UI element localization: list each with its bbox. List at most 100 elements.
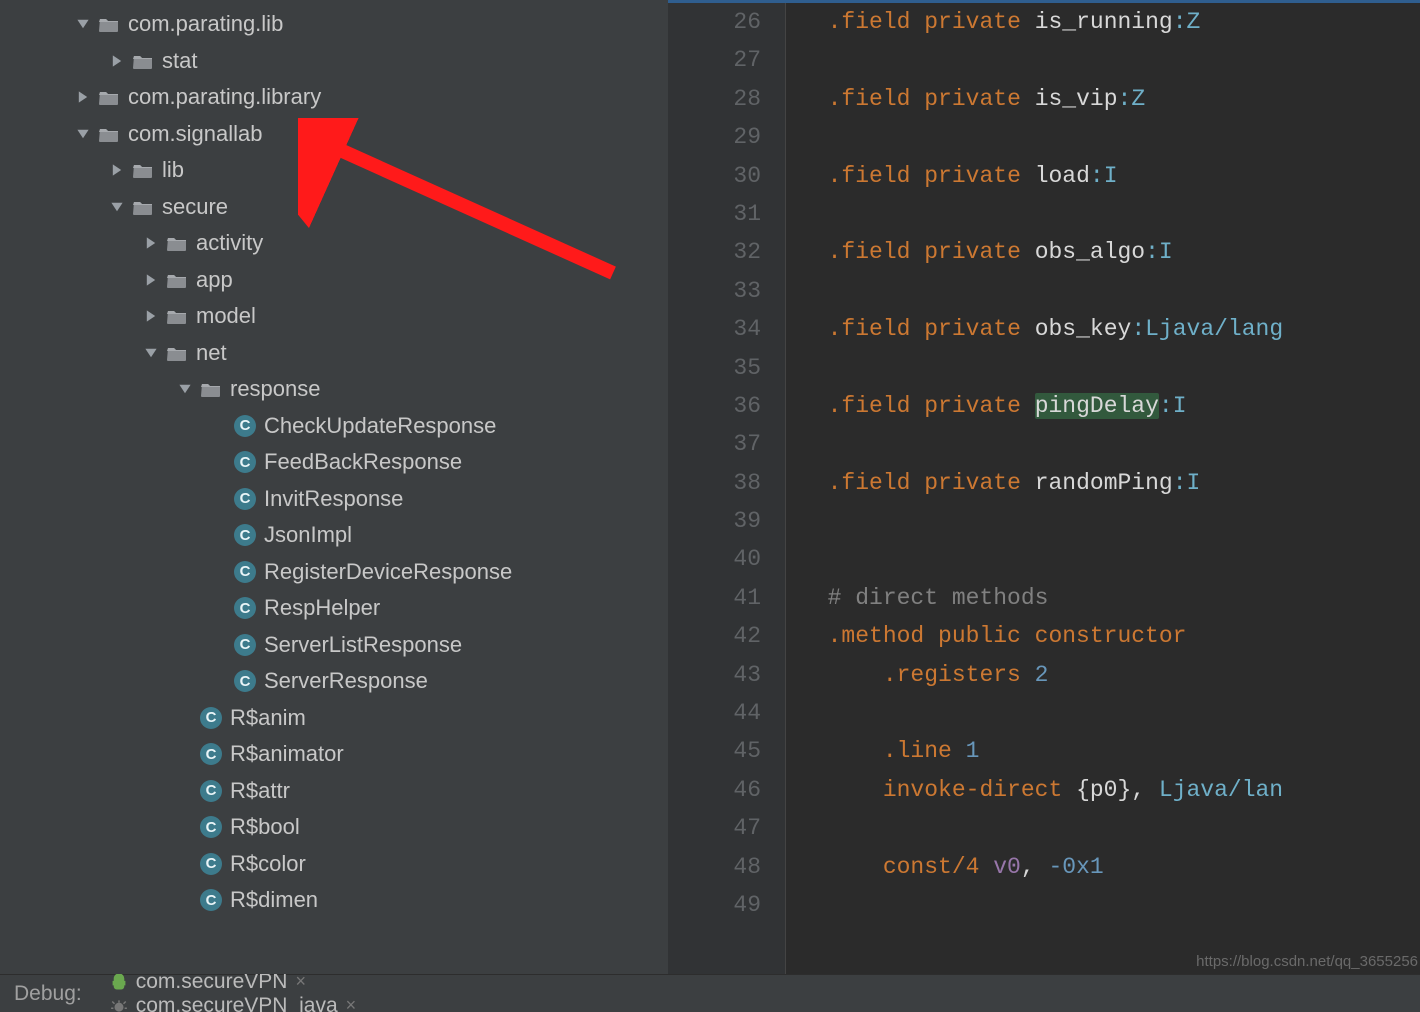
close-icon[interactable]: × — [295, 971, 306, 992]
code-line[interactable] — [800, 886, 1420, 924]
folder-icon — [166, 342, 188, 364]
tree-item[interactable]: response — [0, 371, 668, 408]
chevron-down-icon[interactable] — [142, 346, 160, 360]
chevron-right-icon[interactable] — [142, 236, 160, 250]
line-number: 42 — [668, 617, 761, 655]
folder-icon — [166, 232, 188, 254]
code-line[interactable] — [800, 425, 1420, 463]
tree-item-label: JsonImpl — [264, 522, 352, 548]
chevron-right-icon[interactable] — [142, 273, 160, 287]
code-line[interactable]: const/4 v0, -0x1 — [800, 848, 1420, 886]
code-line[interactable]: .field private is_vip:Z — [800, 80, 1420, 118]
tree-item[interactable]: com.parating.lib — [0, 6, 668, 43]
line-number: 43 — [668, 656, 761, 694]
code-line[interactable]: # direct methods — [800, 579, 1420, 617]
tree-item[interactable]: CJsonImpl — [0, 517, 668, 554]
line-number: 31 — [668, 195, 761, 233]
folder-icon — [200, 378, 222, 400]
chevron-right-icon[interactable] — [142, 309, 160, 323]
code-line[interactable] — [800, 195, 1420, 233]
chevron-down-icon[interactable] — [108, 200, 126, 214]
class-icon: C — [234, 561, 256, 583]
tree-item-label: ServerResponse — [264, 668, 428, 694]
code-line[interactable]: .field private load:I — [800, 157, 1420, 195]
chevron-right-icon[interactable] — [108, 163, 126, 177]
code-line[interactable] — [800, 694, 1420, 732]
code-line[interactable]: .field private obs_algo:I — [800, 233, 1420, 271]
class-icon: C — [234, 670, 256, 692]
tree-item[interactable]: CFeedBackResponse — [0, 444, 668, 481]
line-number: 39 — [668, 502, 761, 540]
code-line[interactable]: .field private pingDelay:I — [800, 387, 1420, 425]
line-number: 40 — [668, 540, 761, 578]
line-number: 33 — [668, 272, 761, 310]
chevron-down-icon[interactable] — [74, 127, 92, 141]
code-line[interactable]: .registers 2 — [800, 656, 1420, 694]
code-line[interactable]: invoke-direct {p0}, Ljava/lan — [800, 771, 1420, 809]
tree-item[interactable]: C RespHelper — [0, 590, 668, 627]
code-editor[interactable]: 2627282930313233343536373839404142434445… — [668, 0, 1420, 974]
line-number: 45 — [668, 732, 761, 770]
class-icon: C — [234, 597, 256, 619]
tree-item[interactable]: lib — [0, 152, 668, 189]
tree-item[interactable]: C R$attr — [0, 773, 668, 810]
code-line[interactable]: .method public constructor — [800, 617, 1420, 655]
tree-item-label: lib — [162, 157, 184, 183]
code-line[interactable]: .field private is_running:Z — [800, 3, 1420, 41]
tree-item[interactable]: com.parating.library — [0, 79, 668, 116]
line-number: 36 — [668, 387, 761, 425]
code-line[interactable] — [800, 272, 1420, 310]
folder-icon — [98, 86, 120, 108]
line-number: 30 — [668, 157, 761, 195]
tree-item[interactable]: net — [0, 335, 668, 372]
code-line[interactable]: .field private obs_key:Ljava/lang — [800, 310, 1420, 348]
tree-item-label: R$anim — [230, 705, 306, 731]
tree-item[interactable]: activity — [0, 225, 668, 262]
tree-item[interactable]: CR$color — [0, 846, 668, 883]
tree-item-label: R$attr — [230, 778, 290, 804]
tree-item[interactable]: model — [0, 298, 668, 335]
tree-item[interactable]: com.signallab — [0, 116, 668, 153]
code-line[interactable] — [800, 118, 1420, 156]
tree-item[interactable]: CInvitResponse — [0, 481, 668, 518]
android-icon — [110, 973, 128, 991]
tree-item-label: RespHelper — [264, 595, 380, 621]
chevron-right-icon[interactable] — [74, 90, 92, 104]
class-icon: C — [200, 780, 222, 802]
tree-item-label: app — [196, 267, 233, 293]
chevron-down-icon[interactable] — [74, 17, 92, 31]
tree-item[interactable]: CServerListResponse — [0, 627, 668, 664]
folder-icon — [98, 123, 120, 145]
tree-item[interactable]: stat — [0, 43, 668, 80]
folder-icon — [166, 269, 188, 291]
code-line[interactable] — [800, 502, 1420, 540]
tree-item[interactable]: CCheckUpdateResponse — [0, 408, 668, 445]
tree-item[interactable]: C ServerResponse — [0, 663, 668, 700]
chevron-right-icon[interactable] — [108, 54, 126, 68]
code-line[interactable] — [800, 41, 1420, 79]
debug-tab[interactable]: com.secureVPN_java × — [110, 994, 356, 1012]
code-line[interactable] — [800, 809, 1420, 847]
class-icon: C — [234, 488, 256, 510]
line-number: 26 — [668, 3, 761, 41]
tree-item[interactable]: CRegisterDeviceResponse — [0, 554, 668, 591]
code-line[interactable] — [800, 349, 1420, 387]
class-icon: C — [234, 451, 256, 473]
line-number: 49 — [668, 886, 761, 924]
tree-item[interactable]: CR$animator — [0, 736, 668, 773]
line-number: 41 — [668, 579, 761, 617]
folder-icon — [132, 196, 154, 218]
code-line[interactable]: .line 1 — [800, 732, 1420, 770]
code-line[interactable]: .field private randomPing:I — [800, 464, 1420, 502]
tree-item[interactable]: CR$anim — [0, 700, 668, 737]
chevron-down-icon[interactable] — [176, 382, 194, 396]
tree-item[interactable]: CR$dimen — [0, 882, 668, 919]
project-tree[interactable]: com.parating.lib stat com.parating.libra… — [0, 0, 668, 974]
close-icon[interactable]: × — [346, 995, 357, 1012]
tree-item[interactable]: secure — [0, 189, 668, 226]
line-gutter: 2627282930313233343536373839404142434445… — [668, 3, 786, 974]
tree-item[interactable]: app — [0, 262, 668, 299]
code-lines[interactable]: .field private is_running:Z .field priva… — [786, 3, 1420, 974]
code-line[interactable] — [800, 540, 1420, 578]
tree-item[interactable]: CR$bool — [0, 809, 668, 846]
